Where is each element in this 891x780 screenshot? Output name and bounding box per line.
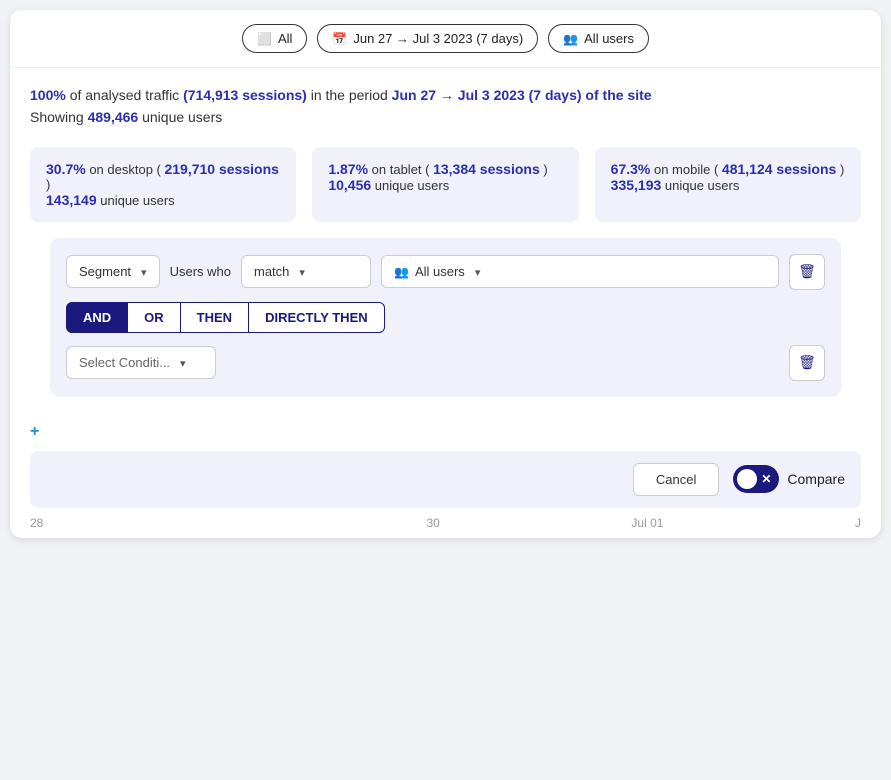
sessions-count: (714,913 sessions) (183, 87, 307, 103)
condition-delete-button[interactable]: 🗑 (789, 345, 825, 381)
tablet-sessions: 13,384 sessions (433, 161, 540, 177)
date-filter-label: Jun 27 → Jul 3 2023 (7 days) (353, 31, 523, 46)
stats-intro-line: 100% of analysed traffic (714,913 sessio… (30, 84, 861, 106)
condition-trash-icon: 🗑 (798, 354, 816, 371)
tablet-unique: 10,456 unique users (328, 177, 562, 193)
tablet-card: 1.87% on tablet ( 13,384 sessions ) 10,4… (312, 147, 578, 222)
calendar-icon: 📅 (332, 32, 347, 46)
condition-buttons: AND OR THEN DIRECTLY THEN (66, 302, 825, 333)
axis-28: 28 (30, 516, 43, 530)
desktop-card: 30.7% on desktop ( 219,710 sessions ) 14… (30, 147, 296, 222)
unique-users-line: Showing 489,466 unique users (30, 106, 861, 128)
compare-toggle[interactable]: ✕ (733, 465, 779, 493)
stats-cards: 30.7% on desktop ( 219,710 sessions ) 14… (10, 137, 881, 238)
axis-j: J (855, 516, 861, 530)
users-icon: 👥 (563, 32, 578, 46)
mobile-pct-line: 67.3% on mobile ( 481,124 sessions ) (611, 161, 845, 177)
segment-select[interactable]: Segment (66, 255, 160, 288)
mobile-desc: on mobile ( (654, 162, 722, 177)
match-value: match (254, 264, 289, 279)
or-button[interactable]: OR (128, 302, 181, 333)
chart-axis: 28 30 Jul 01 J (10, 508, 881, 538)
mobile-card: 67.3% on mobile ( 481,124 sessions ) 335… (595, 147, 861, 222)
all-filter-button[interactable]: ⬜ All (242, 24, 307, 53)
mobile-unique-label: unique users (665, 178, 739, 193)
tablet-unique-label: unique users (375, 178, 449, 193)
period-range: Jun 27 → Jul 3 2023 (7 days) of the site (392, 87, 652, 103)
cancel-button[interactable]: Cancel (633, 463, 719, 496)
main-container: ⬜ All 📅 Jun 27 → Jul 3 2023 (7 days) 👥 A… (10, 10, 881, 538)
segment-delete-button[interactable]: 🗑 (789, 254, 825, 290)
desktop-desc: on desktop ( (89, 162, 164, 177)
segment-area: Segment Users who match 👥 All users 🗑 (50, 238, 841, 397)
desktop-unique: 143,149 unique users (46, 192, 280, 208)
all-filter-label: All (278, 31, 292, 46)
mobile-unique-count: 335,193 (611, 177, 662, 193)
toolbar: ⬜ All 📅 Jun 27 → Jul 3 2023 (7 days) 👥 A… (10, 10, 881, 68)
desktop-sessions: 219,710 sessions (164, 161, 278, 177)
stats-header: 100% of analysed traffic (714,913 sessio… (10, 68, 881, 137)
all-users-value: All users (415, 264, 465, 279)
match-chevron-icon (295, 264, 305, 279)
unique-users-label: unique users (142, 109, 222, 125)
desktop-unique-label: unique users (100, 193, 174, 208)
desktop-unique-count: 143,149 (46, 192, 97, 208)
trash-icon: 🗑 (798, 263, 816, 280)
users-who-label: Users who (170, 264, 231, 279)
then-button[interactable]: THEN (181, 302, 249, 333)
analyzed-text: of analysed traffic (70, 87, 179, 103)
segment-chevron-icon (137, 264, 147, 279)
all-users-chevron-icon (471, 264, 481, 279)
mobile-pct: 67.3% (611, 161, 651, 177)
select-condition-label: Select Conditi... (79, 355, 170, 370)
in-period-text: in the period (311, 87, 392, 103)
compare-toggle-wrap: ✕ Compare (733, 465, 845, 493)
tablet-desc: on tablet ( (372, 162, 433, 177)
directly-then-button[interactable]: DIRECTLY THEN (249, 302, 385, 333)
toggle-x-icon: ✕ (761, 472, 771, 486)
segment-row: Segment Users who match 👥 All users 🗑 (66, 254, 825, 290)
unique-users-count: 489,466 (88, 109, 139, 125)
tablet-pct: 1.87% (328, 161, 368, 177)
traffic-percent: 100% (30, 87, 66, 103)
tablet-unique-count: 10,456 (328, 177, 371, 193)
desktop-pct-line: 30.7% on desktop ( 219,710 sessions ) (46, 161, 280, 192)
tablet-pct-line: 1.87% on tablet ( 13,384 sessions ) (328, 161, 562, 177)
users-filter-button[interactable]: 👥 All users (548, 24, 649, 53)
axis-jul01: Jul 01 (631, 516, 663, 530)
condition-chevron-icon (176, 355, 186, 370)
and-button[interactable]: AND (66, 302, 128, 333)
users-icon-small: 👥 (394, 265, 409, 279)
segment-select-label: Segment (79, 264, 131, 279)
mobile-sessions: 481,124 sessions (722, 161, 836, 177)
match-select[interactable]: match (241, 255, 371, 288)
condition-row: Select Conditi... 🗑 (66, 345, 825, 381)
toggle-circle (737, 469, 757, 489)
mobile-unique: 335,193 unique users (611, 177, 845, 193)
monitor-icon: ⬜ (257, 32, 272, 46)
select-condition-dropdown[interactable]: Select Conditi... (66, 346, 216, 379)
showing-text: Showing (30, 109, 84, 125)
axis-30: 30 (426, 516, 439, 530)
add-condition-button[interactable]: + (30, 423, 39, 440)
users-filter-label: All users (584, 31, 634, 46)
compare-label: Compare (787, 471, 845, 487)
date-filter-button[interactable]: 📅 Jun 27 → Jul 3 2023 (7 days) (317, 24, 538, 53)
desktop-pct: 30.7% (46, 161, 86, 177)
all-users-select[interactable]: 👥 All users (381, 255, 779, 288)
